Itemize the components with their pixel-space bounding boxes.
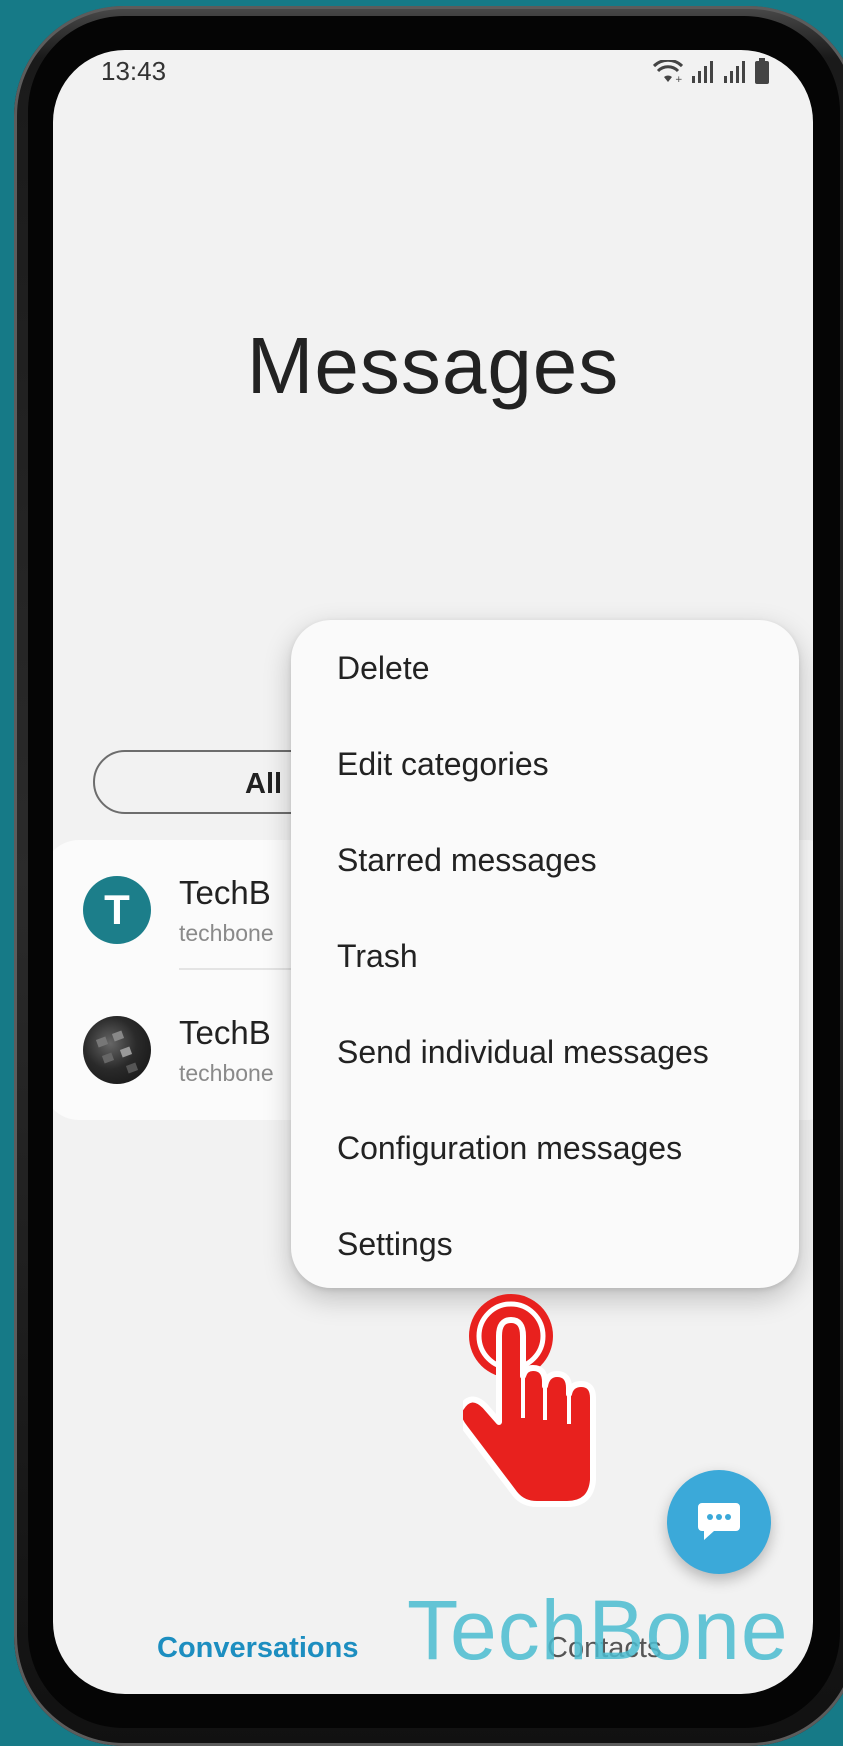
tab-conversations[interactable]: Conversations xyxy=(157,1632,358,1665)
tap-hand-icon xyxy=(463,1294,596,1507)
conversation-name: TechB xyxy=(179,1014,271,1051)
signal-icon xyxy=(692,61,713,83)
menu-item-edit-categories[interactable]: Edit categories xyxy=(291,716,799,812)
techbone-watermark: TechBone xyxy=(407,1583,789,1677)
menu-item-send-individual-messages[interactable]: Send individual messages xyxy=(291,1004,799,1100)
category-filter-label: All xyxy=(245,768,283,800)
wifi-icon: + xyxy=(653,60,683,84)
conversation-preview: techbone xyxy=(179,920,274,946)
phone-screen: 13:43 + Messages All T TechB techbone Te… xyxy=(53,50,813,1694)
keyboard-photo-icon xyxy=(95,1030,139,1074)
status-icons: + xyxy=(653,58,769,84)
menu-item-trash[interactable]: Trash xyxy=(291,908,799,1004)
avatar: T xyxy=(83,876,151,944)
menu-item-delete[interactable]: Delete xyxy=(291,620,799,716)
battery-icon xyxy=(755,58,769,84)
status-time: 13:43 xyxy=(101,56,167,86)
menu-item-configuration-messages[interactable]: Configuration messages xyxy=(291,1100,799,1196)
menu-item-starred-messages[interactable]: Starred messages xyxy=(291,812,799,908)
conversation-name: TechB xyxy=(179,874,271,911)
conversation-preview: techbone xyxy=(179,1060,274,1086)
menu-item-settings[interactable]: Settings xyxy=(291,1196,799,1292)
overflow-menu: Delete Edit categories Starred messages … xyxy=(291,620,799,1288)
page-title: Messages xyxy=(246,321,620,410)
signal-icon xyxy=(724,61,745,83)
compose-button[interactable] xyxy=(667,1470,771,1574)
chat-bubble-icon xyxy=(698,1503,740,1540)
svg-text:+: + xyxy=(675,75,683,84)
avatar xyxy=(83,1016,151,1084)
status-bar: 13:43 + xyxy=(53,50,813,110)
